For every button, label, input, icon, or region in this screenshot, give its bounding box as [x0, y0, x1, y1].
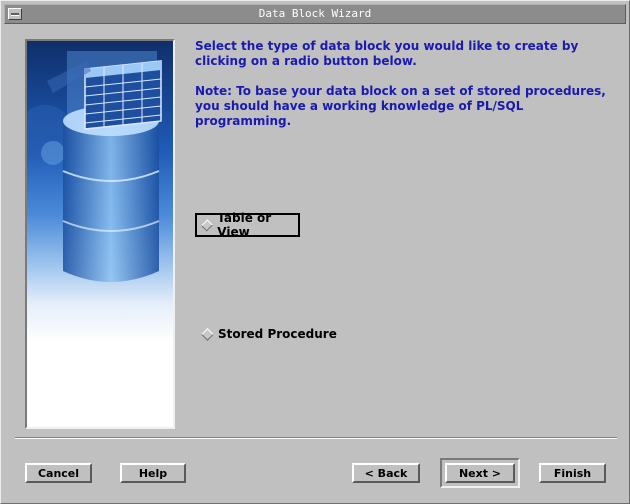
instructions: Select the type of data block you would …: [195, 39, 615, 144]
database-table-illustration: [27, 51, 162, 282]
wizard-illustration: [25, 39, 175, 429]
next-button[interactable]: Next >: [445, 463, 515, 483]
note-paragraph: Note: To base your data block on a set o…: [195, 84, 606, 128]
finish-button[interactable]: Finish: [539, 463, 606, 483]
back-button[interactable]: < Back: [352, 463, 420, 483]
radio-table-or-view[interactable]: Table or View: [195, 211, 300, 239]
radio-stored-procedure[interactable]: Stored Procedure: [201, 326, 337, 342]
help-button[interactable]: Help: [120, 463, 186, 483]
instruction-paragraph: Select the type of data block you would …: [195, 39, 579, 68]
radio-diamond-icon[interactable]: [201, 218, 214, 232]
radio-label-table-or-view[interactable]: Table or View: [217, 211, 298, 239]
data-block-wizard-window: Data Block Wizard Select the type of dat…: [0, 0, 630, 504]
radio-diamond-icon[interactable]: [201, 327, 214, 341]
title-bar[interactable]: Data Block Wizard: [4, 4, 626, 24]
cancel-button[interactable]: Cancel: [25, 463, 92, 483]
radio-label-stored-procedure[interactable]: Stored Procedure: [218, 327, 337, 341]
window-title: Data Block Wizard: [258, 7, 372, 20]
separator: [15, 437, 617, 439]
